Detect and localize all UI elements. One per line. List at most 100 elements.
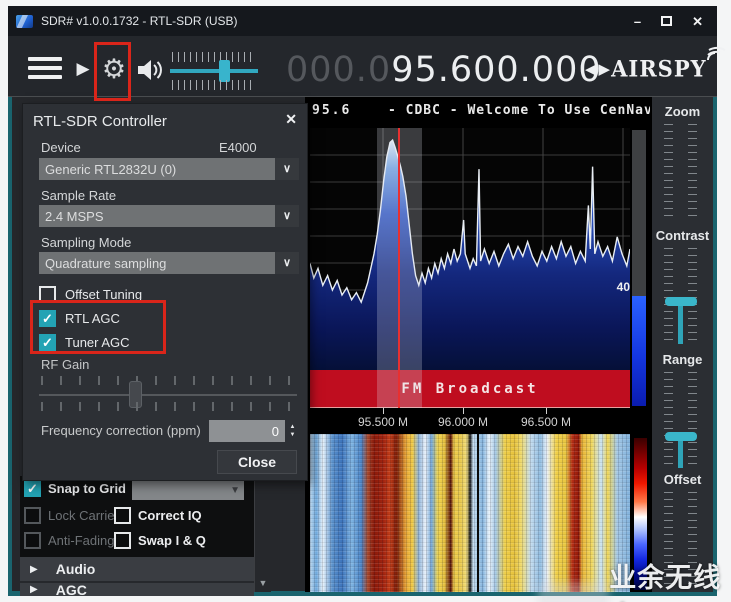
zoom-slider-ruler bbox=[688, 124, 697, 222]
audio-section-header[interactable]: ▶ Audio bbox=[20, 557, 254, 581]
contrast-slider[interactable] bbox=[664, 248, 673, 344]
axis-tick bbox=[383, 408, 384, 414]
rf-gain-ruler-bottom bbox=[41, 402, 295, 411]
device-type-badge: E4000 bbox=[219, 140, 257, 155]
maximize-icon bbox=[661, 16, 672, 26]
play-button[interactable]: ▶ bbox=[70, 54, 96, 84]
swap-iq-label: Swap I & Q bbox=[138, 533, 206, 548]
volume-ruler-bottom bbox=[172, 80, 256, 90]
freq-correction-label: Frequency correction (ppm) bbox=[41, 423, 201, 438]
axis-tick-label: 95.500 M bbox=[348, 415, 418, 429]
range-slider-stem bbox=[678, 441, 683, 468]
airspy-logo: ◀ ▶ AIRSPY bbox=[584, 56, 727, 81]
display-controls-sidebar bbox=[652, 97, 713, 592]
snap-to-grid-checkbox[interactable]: ✓ bbox=[24, 480, 41, 497]
speaker-icon[interactable] bbox=[134, 56, 166, 84]
contrast-slider-thumb[interactable] bbox=[665, 297, 697, 306]
agc-section-label: AGC bbox=[56, 583, 87, 596]
correct-iq-checkbox[interactable] bbox=[114, 507, 131, 524]
maximize-button[interactable] bbox=[661, 15, 672, 28]
rds-station-text: - CDBC - Welcome To Use CenNavi's TM bbox=[388, 103, 650, 118]
dialog-close-button[interactable]: Close bbox=[217, 450, 297, 474]
tune-left-icon[interactable]: ◀ bbox=[584, 58, 598, 80]
radio-waves-icon bbox=[705, 46, 727, 71]
contrast-slider-label: Contrast bbox=[652, 228, 713, 243]
sampling-mode-value: Quadrature sampling bbox=[39, 256, 275, 271]
signal-meter bbox=[632, 130, 646, 406]
chevron-down-icon: ∨ bbox=[275, 158, 299, 180]
zoom-slider-label: Zoom bbox=[652, 104, 713, 119]
correct-iq-label: Correct IQ bbox=[138, 508, 202, 523]
frequency-value: 95.600.000 bbox=[391, 50, 601, 90]
freq-correction-input[interactable]: 0 bbox=[209, 420, 285, 442]
spectrum-svg bbox=[310, 128, 630, 370]
sample-rate-dropdown[interactable]: 2.4 MSPS ∨ bbox=[39, 205, 299, 227]
sampling-mode-dropdown[interactable]: Quadrature sampling ∨ bbox=[39, 252, 299, 274]
expand-arrow-icon: ▶ bbox=[30, 564, 38, 575]
swap-iq-checkbox[interactable] bbox=[114, 532, 131, 549]
rtl-sdr-controller-dialog: RTL-SDR Controller ✕ Device E4000 Generi… bbox=[22, 103, 308, 481]
rf-gain-slider-track[interactable] bbox=[39, 394, 297, 396]
axis-tick bbox=[463, 408, 464, 414]
tuned-frequency-line bbox=[398, 128, 400, 408]
freq-correction-spinner[interactable]: ▲ ▼ bbox=[285, 420, 300, 442]
sampling-mode-label: Sampling Mode bbox=[41, 235, 131, 250]
menu-button[interactable] bbox=[28, 52, 62, 84]
lock-carrier-checkbox[interactable] bbox=[24, 507, 41, 524]
brand-name: AIRSPY bbox=[611, 55, 707, 81]
tune-right-icon[interactable]: ▶ bbox=[598, 58, 612, 80]
minimize-button[interactable]: – bbox=[634, 15, 641, 28]
contrast-slider-stem bbox=[678, 306, 683, 344]
watermark-blurred-glyphs bbox=[538, 582, 609, 602]
anti-fading-checkbox[interactable] bbox=[24, 532, 41, 549]
spectrum-plot[interactable] bbox=[310, 128, 630, 370]
anti-fading-label: Anti-Fading bbox=[48, 533, 114, 548]
watermark: 业余无线电 bbox=[538, 556, 731, 602]
app-logo-icon bbox=[16, 15, 33, 28]
watermark-text: 业余无线电 bbox=[609, 556, 731, 602]
frequency-axis: 95.500 M 96.000 M 96.500 M bbox=[310, 408, 630, 434]
panel-scrollbar[interactable]: ▼ bbox=[254, 476, 271, 592]
rf-gain-ruler-top bbox=[41, 376, 295, 385]
snap-step-dropdown[interactable]: ▼ bbox=[132, 480, 244, 500]
spin-down-icon[interactable]: ▼ bbox=[290, 432, 296, 438]
signal-meter-value: 40 bbox=[606, 280, 630, 294]
lock-carrier-label: Lock Carrier bbox=[48, 508, 119, 523]
signal-meter-fill bbox=[632, 296, 646, 406]
sample-rate-label: Sample Rate bbox=[41, 188, 116, 203]
audio-section-label: Audio bbox=[56, 561, 96, 577]
snap-to-grid-label: Snap to Grid bbox=[48, 481, 126, 496]
rf-gain-label: RF Gain bbox=[41, 357, 89, 372]
device-dropdown-value: Generic RTL2832U (0) bbox=[39, 162, 275, 177]
scroll-down-icon[interactable]: ▼ bbox=[255, 578, 271, 588]
chevron-down-icon: ∨ bbox=[275, 252, 299, 274]
chevron-down-icon: ∨ bbox=[275, 205, 299, 227]
annotation-agc-highlight bbox=[30, 300, 166, 354]
device-label: Device bbox=[41, 140, 81, 155]
agc-section-header[interactable]: ▶ AGC bbox=[20, 583, 254, 596]
sample-rate-value: 2.4 MSPS bbox=[39, 209, 275, 224]
title-bar: SDR# v1.0.0.1732 - RTL-SDR (USB) – ✕ bbox=[8, 6, 717, 36]
waterfall-center-marker bbox=[477, 434, 479, 592]
volume-ruler-top bbox=[172, 52, 256, 62]
dialog-close-icon[interactable]: ✕ bbox=[285, 111, 297, 128]
zoom-slider[interactable] bbox=[664, 124, 673, 222]
range-slider[interactable] bbox=[664, 372, 673, 468]
range-slider-thumb[interactable] bbox=[665, 432, 697, 441]
annotation-gear-highlight bbox=[94, 42, 131, 101]
window-title: SDR# v1.0.0.1732 - RTL-SDR (USB) bbox=[41, 14, 238, 28]
spin-up-icon[interactable]: ▲ bbox=[290, 424, 296, 430]
range-slider-ruler bbox=[688, 372, 697, 468]
close-button[interactable]: ✕ bbox=[692, 15, 703, 28]
axis-tick bbox=[546, 408, 547, 414]
volume-slider-track[interactable] bbox=[170, 69, 258, 73]
expand-arrow-icon: ▶ bbox=[30, 584, 38, 595]
device-dropdown[interactable]: Generic RTL2832U (0) ∨ bbox=[39, 158, 299, 180]
axis-tick-label: 96.000 M bbox=[428, 415, 498, 429]
axis-tick-label: 96.500 M bbox=[511, 415, 581, 429]
dialog-title: RTL-SDR Controller bbox=[33, 113, 167, 130]
volume-slider-thumb[interactable] bbox=[219, 60, 230, 82]
offset-slider-label: Offset bbox=[652, 472, 713, 487]
frequency-display[interactable]: 000.095.600.000 bbox=[286, 50, 602, 92]
frequency-leading-zeros: 000.0 bbox=[286, 50, 391, 90]
